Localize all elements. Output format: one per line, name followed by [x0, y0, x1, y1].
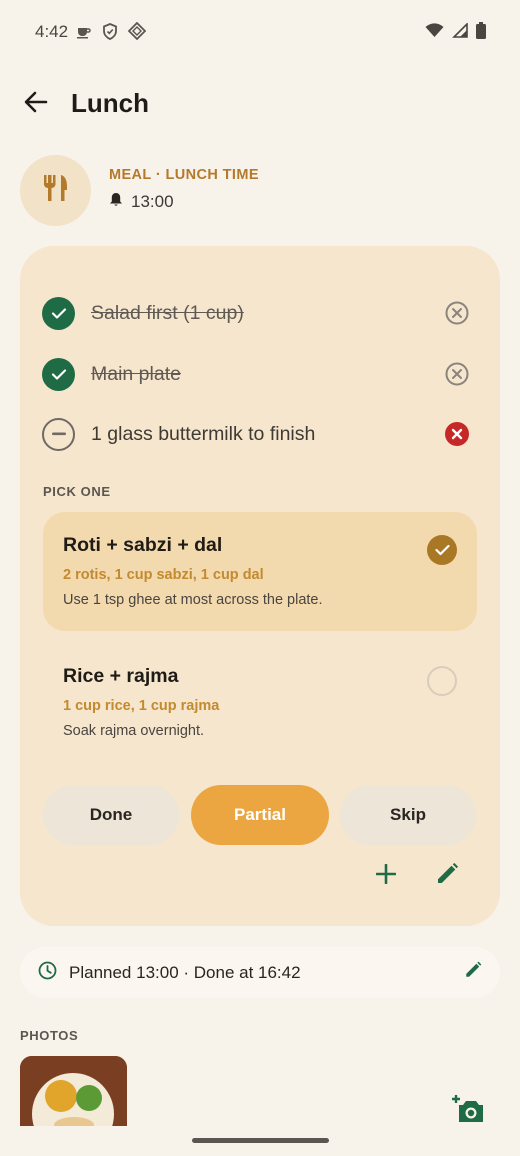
edit-icon: [435, 862, 459, 891]
cellular-icon: [452, 22, 468, 43]
partial-button[interactable]: Partial: [191, 785, 329, 845]
wifi-icon: [425, 23, 444, 43]
done-button[interactable]: Done: [43, 785, 179, 845]
option-portion: 2 rotis, 1 cup sabzi, 1 cup dal: [63, 567, 264, 583]
radio-unchecked-icon[interactable]: [427, 666, 457, 696]
option-portion: 1 cup rice, 1 cup rajma: [63, 698, 220, 714]
photo-thumbnail[interactable]: [20, 1056, 127, 1126]
photos-label: PHOTOS: [20, 1028, 79, 1043]
fork-knife-icon: [40, 172, 72, 209]
option-title: Roti + sabzi + dal: [63, 534, 223, 556]
checklist-item[interactable]: 1 glass buttermilk to finish: [42, 414, 472, 454]
checklist-item-label: Main plate: [91, 362, 181, 385]
checklist-item-label: 1 glass buttermilk to finish: [91, 422, 316, 445]
meal-kind-label: MEAL · LUNCH TIME: [109, 167, 259, 183]
checklist-item-label: Salad first (1 cup): [91, 301, 244, 324]
planned-row[interactable]: Planned 13:00 · Done at 16:42: [20, 947, 500, 998]
pick-one-label: PICK ONE: [43, 484, 111, 499]
back-button[interactable]: [18, 86, 54, 122]
add-photo-button[interactable]: [450, 1093, 488, 1129]
skip-button[interactable]: Skip: [340, 785, 476, 845]
home-indicator[interactable]: [192, 1138, 329, 1143]
minus-circle-icon[interactable]: [42, 417, 75, 451]
add-photo-icon: [452, 1094, 486, 1129]
shield-icon: [102, 22, 118, 45]
page-title: Lunch: [71, 88, 149, 118]
option-note: Soak rajma overnight.: [63, 723, 205, 739]
check-circle-icon[interactable]: [42, 357, 75, 391]
planned-text: Planned 13:00 · Done at 16:42: [69, 962, 301, 982]
remove-circle-outline-icon[interactable]: [442, 359, 472, 389]
checklist-item[interactable]: Salad first (1 cup): [42, 293, 472, 333]
clock-icon: [38, 961, 57, 985]
radio-checked-icon[interactable]: [427, 535, 457, 565]
add-icon: [375, 863, 397, 889]
status-icons-left: [76, 21, 147, 45]
option-card[interactable]: Roti + sabzi + dal 2 rotis, 1 cup sabzi,…: [43, 512, 477, 631]
checklist-item[interactable]: Main plate: [42, 354, 472, 394]
option-note: Use 1 tsp ghee at most across the plate.: [63, 592, 323, 608]
reminder-row: 13:00: [109, 192, 174, 212]
battery-icon: [476, 22, 486, 44]
bell-icon: [109, 192, 123, 212]
status-time: 4:42: [35, 22, 69, 41]
edit-icon[interactable]: [464, 961, 482, 984]
option-card[interactable]: Rice + rajma 1 cup rice, 1 cup rajma Soa…: [43, 643, 477, 755]
meal-avatar: [20, 155, 91, 226]
status-icons-right: [425, 22, 486, 44]
option-title: Rice + rajma: [63, 665, 179, 687]
arrow-back-icon: [24, 91, 48, 118]
add-item-button[interactable]: [368, 858, 404, 894]
remove-circle-outline-icon[interactable]: [442, 298, 472, 328]
reminder-time: 13:00: [131, 192, 174, 211]
coffee-icon: [76, 23, 92, 44]
edit-card-button[interactable]: [429, 858, 465, 894]
remove-circle-filled-icon[interactable]: [442, 419, 472, 449]
check-circle-icon[interactable]: [42, 296, 75, 330]
diamond-icon: [127, 21, 147, 45]
